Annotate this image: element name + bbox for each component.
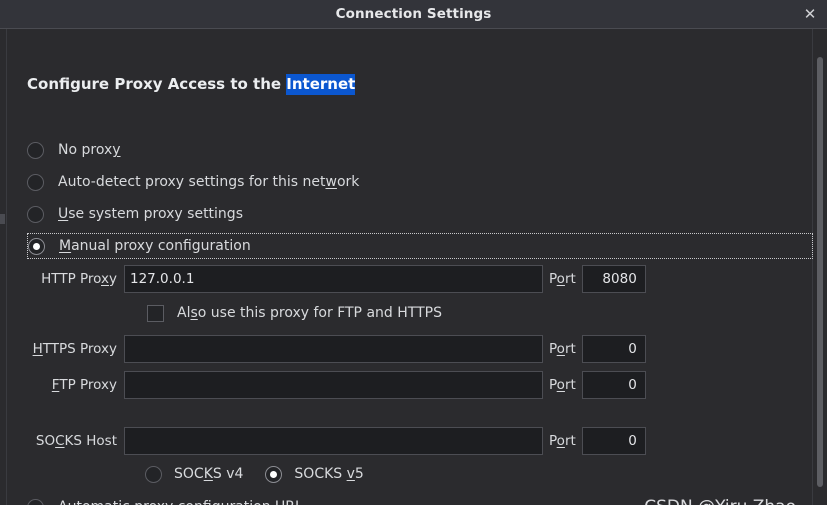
https-proxy-label: HTTPS Proxy [27, 341, 124, 357]
radio-label: No proxy [58, 142, 121, 158]
share-proxy-checkbox[interactable] [147, 305, 164, 322]
ftp-port-label: Port [543, 377, 582, 393]
scrollbar-thumb[interactable] [817, 57, 823, 487]
accel-char: o [557, 341, 565, 357]
accel-char: A [58, 499, 68, 505]
radio-indicator[interactable] [27, 206, 44, 223]
accel-char: s [190, 305, 197, 321]
ftp-proxy-row: FTP Proxy Port 0 [27, 371, 813, 399]
socks-port-label: Port [543, 433, 582, 449]
https-proxy-input[interactable] [124, 335, 543, 363]
radio-auto-detect[interactable]: Auto-detect proxy settings for this netw… [27, 169, 359, 195]
ftp-port-input[interactable]: 0 [582, 371, 646, 399]
accel-char: y [112, 142, 120, 158]
http-port-label: Port [543, 271, 582, 287]
http-port-input[interactable]: 8080 [582, 265, 646, 293]
page-title: Configure Proxy Access to the Internet [27, 75, 355, 93]
dialog-content: Configure Proxy Access to the Internet N… [7, 29, 813, 505]
accel-char: C [55, 433, 64, 449]
socks-v4-label: SOCKS v4 [174, 466, 243, 482]
accel-char: o [557, 271, 565, 287]
radio-label: Auto-detect proxy settings for this netw… [58, 174, 359, 190]
http-proxy-label: HTTP Proxy [27, 271, 124, 287]
connection-settings-dialog: Configure Proxy Access to the Internet N… [0, 29, 827, 505]
radio-auto-config-url[interactable]: Automatic proxy configuration URL [27, 494, 303, 505]
http-proxy-row: HTTP Proxy 127.0.0.1 Port 8080 [27, 265, 813, 293]
socks-v5-label: SOCKS v5 [294, 466, 363, 482]
accel-char: F [52, 377, 60, 393]
page-title-selection: Internet [286, 74, 355, 95]
accel-char: U [58, 206, 68, 222]
left-splitter [0, 29, 7, 505]
radio-manual-proxy[interactable]: Manual proxy configuration [27, 233, 813, 259]
window-title: Connection Settings [0, 0, 827, 28]
radio-use-system[interactable]: Use system proxy settings [27, 201, 243, 227]
window-titlebar: Connection Settings ✕ [0, 0, 827, 29]
radio-no-proxy[interactable]: No proxy [27, 137, 121, 163]
ftp-proxy-label: FTP Proxy [27, 377, 124, 393]
socks-host-row: SOCKS Host Port 0 [27, 427, 813, 455]
close-icon[interactable]: ✕ [793, 0, 827, 28]
radio-indicator[interactable] [28, 238, 45, 255]
radio-socks-v4[interactable] [145, 466, 162, 483]
accel-char: o [557, 433, 565, 449]
accel-char: K [204, 466, 213, 482]
http-proxy-input[interactable]: 127.0.0.1 [124, 265, 543, 293]
https-port-label: Port [543, 341, 582, 357]
page-title-prefix: Configure Proxy Access to the [27, 75, 286, 93]
ftp-proxy-input[interactable] [124, 371, 543, 399]
socks-port-input[interactable]: 0 [582, 427, 646, 455]
radio-socks-v5[interactable] [265, 466, 282, 483]
socks-version-group: SOCKS v4 SOCKS v5 [145, 462, 386, 486]
radio-indicator[interactable] [27, 142, 44, 159]
https-proxy-row: HTTPS Proxy Port 0 [27, 335, 813, 363]
accel-char: H [33, 341, 43, 357]
share-proxy-checkbox-row[interactable]: Also use this proxy for FTP and HTTPS [147, 301, 442, 325]
accel-char: v [347, 466, 355, 482]
radio-indicator[interactable] [27, 174, 44, 191]
https-port-input[interactable]: 0 [582, 335, 646, 363]
share-proxy-label: Also use this proxy for FTP and HTTPS [177, 305, 442, 321]
accel-char: M [59, 238, 71, 254]
watermark-text: CSDN @Yiru Zhao [644, 497, 796, 505]
radio-label: Use system proxy settings [58, 206, 243, 222]
radio-label: Automatic proxy configuration URL [58, 499, 303, 505]
accel-char: w [326, 174, 337, 190]
splitter-grip[interactable] [0, 214, 5, 224]
radio-label: Manual proxy configuration [59, 238, 251, 254]
accel-char: o [557, 377, 565, 393]
socks-host-input[interactable] [124, 427, 543, 455]
vertical-scrollbar[interactable] [812, 29, 827, 505]
accel-char: x [101, 271, 109, 287]
radio-indicator[interactable] [27, 499, 44, 505]
socks-host-label: SOCKS Host [27, 433, 124, 449]
